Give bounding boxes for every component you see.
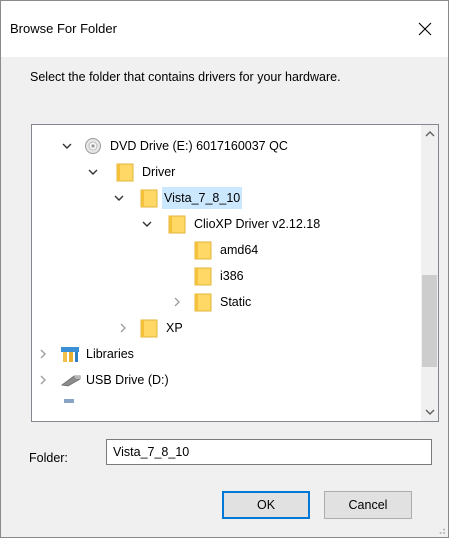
chevron-down-icon[interactable] <box>88 167 98 177</box>
tree-item-i386[interactable]: i386 <box>32 264 420 288</box>
libraries-icon <box>60 345 80 366</box>
tree-item-driver[interactable]: Driver <box>32 160 420 184</box>
folder-label: Folder: <box>29 451 68 465</box>
tree-item-label: Static <box>220 295 252 309</box>
tree-item-label: XP <box>166 321 183 335</box>
folder-icon <box>194 240 212 263</box>
tree-item-label: Vista_7_8_10 <box>162 187 243 209</box>
browse-for-folder-dialog: Browse For Folder Select the folder that… <box>0 0 449 538</box>
tree-item-vista-7-8-10[interactable]: Vista_7_8_10 <box>32 186 420 210</box>
folder-input[interactable] <box>106 439 432 465</box>
tree-item-label: DVD Drive (E:) 6017160037 QC <box>110 139 288 153</box>
folder-icon <box>194 266 212 289</box>
folder-tree[interactable]: DVD Drive (E:) 6017160037 QC Driver Vist… <box>31 124 439 422</box>
folder-icon <box>140 318 158 341</box>
tree-item-usb-drive[interactable]: USB Drive (D:) <box>32 368 420 392</box>
folder-icon <box>140 188 158 211</box>
usb-drive-icon <box>60 373 82 390</box>
tree-item-dvd-drive[interactable]: DVD Drive (E:) 6017160037 QC <box>32 134 420 158</box>
folder-icon <box>168 214 186 237</box>
chevron-right-icon[interactable] <box>118 323 128 333</box>
chevron-down-icon[interactable] <box>142 219 152 229</box>
chevron-right-icon[interactable] <box>172 297 182 307</box>
tree-item-amd64[interactable]: amd64 <box>32 238 420 262</box>
folder-icon <box>116 162 134 185</box>
ok-button[interactable]: OK <box>222 491 310 519</box>
scroll-down-button[interactable] <box>421 404 438 421</box>
tree-item-libraries[interactable]: Libraries <box>32 342 420 366</box>
close-button[interactable] <box>402 1 448 57</box>
folder-icon <box>194 292 212 315</box>
resize-grip-icon[interactable] <box>436 525 446 535</box>
close-icon <box>418 22 432 36</box>
title-bar[interactable]: Browse For Folder <box>1 1 448 57</box>
drive-icon <box>62 394 80 408</box>
scroll-up-button[interactable] <box>421 125 438 142</box>
tree-item-partial <box>32 394 420 418</box>
chevron-down-icon <box>425 409 434 415</box>
tree-item-label: amd64 <box>220 243 259 257</box>
instruction-text: Select the folder that contains drivers … <box>30 70 341 84</box>
tree-item-label: i386 <box>220 269 244 283</box>
tree-item-label: Driver <box>142 165 176 179</box>
tree-item-label: USB Drive (D:) <box>86 373 169 387</box>
tree-item-label: Libraries <box>86 347 134 361</box>
chevron-down-icon[interactable] <box>62 141 72 151</box>
dvd-drive-icon <box>84 137 102 158</box>
chevron-down-icon[interactable] <box>114 193 124 203</box>
chevron-right-icon[interactable] <box>38 375 48 385</box>
chevron-right-icon[interactable] <box>38 349 48 359</box>
scrollbar-thumb[interactable] <box>422 275 437 367</box>
window-title: Browse For Folder <box>10 21 117 36</box>
chevron-up-icon <box>425 131 434 137</box>
tree-scrollbar[interactable] <box>421 125 438 421</box>
tree-item-label: ClioXP Driver v2.12.18 <box>194 217 321 231</box>
tree-item-xp[interactable]: XP <box>32 316 420 340</box>
tree-item-static[interactable]: Static <box>32 290 420 314</box>
tree-item-clioxp-driver[interactable]: ClioXP Driver v2.12.18 <box>32 212 420 236</box>
cancel-button[interactable]: Cancel <box>324 491 412 519</box>
